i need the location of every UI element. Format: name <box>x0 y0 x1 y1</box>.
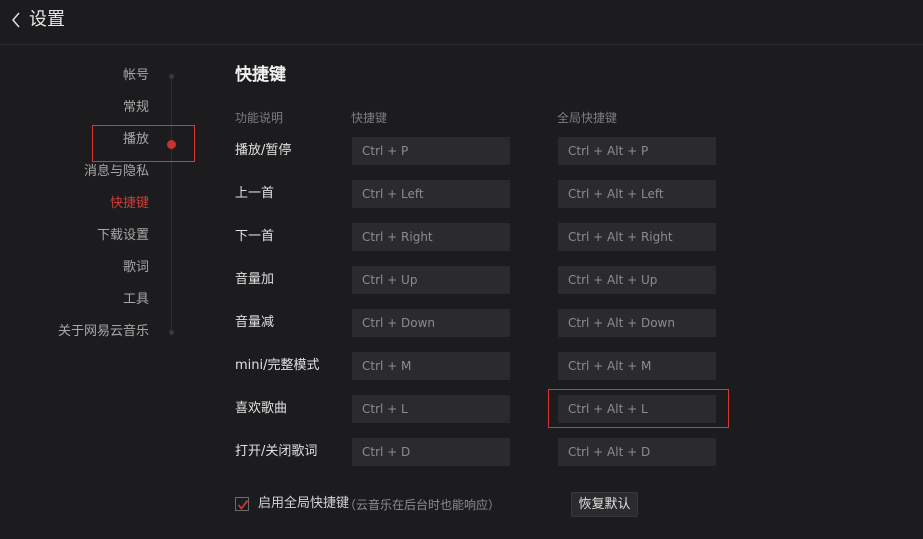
nav-item-tools[interactable]: 工具 <box>123 290 149 310</box>
global-shortcut-field[interactable] <box>558 438 716 466</box>
global-shortcut-field[interactable] <box>558 180 716 208</box>
shortcut-field[interactable] <box>352 438 510 466</box>
header-bar: 设置 <box>0 0 923 45</box>
nav-item-general[interactable]: 常规 <box>123 98 149 118</box>
shortcut-row-label: 音量加 <box>235 272 275 287</box>
nav-dot <box>169 74 174 79</box>
column-header-global: 全局快捷键 <box>557 111 618 125</box>
shortcut-field[interactable] <box>352 223 510 251</box>
field-highlight-box <box>548 389 729 428</box>
shortcut-field[interactable] <box>352 395 510 423</box>
global-shortcut-field[interactable] <box>558 266 716 294</box>
global-shortcut-field[interactable] <box>558 223 716 251</box>
nav-item-messages-privacy[interactable]: 消息与隐私 <box>84 162 149 182</box>
settings-window: 设置 帐号 常规 播放 消息与隐私 快捷键 下载设置 歌词 工具 关于网易云音乐… <box>0 0 923 539</box>
shortcut-row-label: 上一首 <box>235 186 275 201</box>
shortcut-row-label: mini/完整模式 <box>235 358 320 373</box>
enable-global-checkbox[interactable] <box>235 497 249 511</box>
shortcut-field[interactable] <box>352 309 510 337</box>
nav-dot <box>169 330 174 335</box>
global-shortcut-field[interactable] <box>558 137 716 165</box>
nav-item-shortcuts[interactable]: 快捷键 <box>110 194 149 214</box>
nav-active-highlight <box>92 125 195 162</box>
restore-default-button[interactable]: 恢复默认 <box>571 492 638 517</box>
nav-track-line <box>171 76 172 332</box>
back-button[interactable] <box>6 8 26 32</box>
settings-nav: 帐号 常规 播放 消息与隐私 快捷键 下载设置 歌词 工具 关于网易云音乐 <box>0 60 200 350</box>
page-title: 设置 <box>29 9 65 30</box>
shortcut-field[interactable] <box>352 180 510 208</box>
nav-item-download-settings[interactable]: 下载设置 <box>97 226 149 246</box>
shortcut-field[interactable] <box>352 137 510 165</box>
column-header-shortcut: 快捷键 <box>351 111 388 125</box>
global-shortcut-field[interactable] <box>558 309 716 337</box>
shortcut-field[interactable] <box>352 266 510 294</box>
shortcut-field[interactable] <box>352 352 510 380</box>
column-header-function: 功能说明 <box>235 111 284 125</box>
nav-item-about[interactable]: 关于网易云音乐 <box>58 322 149 342</box>
chevron-left-icon <box>11 12 20 28</box>
nav-active-indicator <box>167 140 176 149</box>
shortcut-row-label: 下一首 <box>235 229 275 244</box>
shortcut-row-label: 播放/暂停 <box>235 143 292 158</box>
shortcut-row-label: 喜欢歌曲 <box>235 401 288 416</box>
enable-global-note: （云音乐在后台时也能响应） <box>344 498 501 512</box>
checkmark-icon <box>237 500 249 510</box>
enable-global-label[interactable]: 启用全局快捷键 <box>258 495 349 513</box>
global-shortcut-field[interactable] <box>558 352 716 380</box>
section-title: 快捷键 <box>235 65 286 85</box>
shortcut-row-label: 音量减 <box>235 315 275 330</box>
nav-item-account[interactable]: 帐号 <box>123 66 149 86</box>
shortcut-row-label: 打开/关闭歌词 <box>235 444 318 459</box>
nav-item-lyrics[interactable]: 歌词 <box>123 258 149 278</box>
